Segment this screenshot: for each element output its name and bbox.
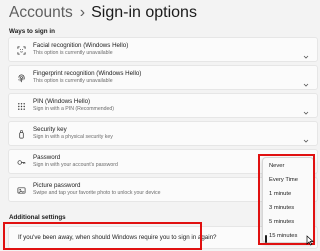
dropdown-option-1-minute[interactable]: 1 minute — [269, 191, 291, 197]
fingerprint-icon — [16, 72, 26, 84]
face-recognition-icon — [16, 44, 26, 56]
chevron-down-icon — [303, 47, 309, 59]
option-title: Security key — [33, 126, 67, 133]
option-subtitle: Sign in with your account's password — [33, 162, 118, 168]
option-fingerprint-recognition[interactable]: Fingerprint recognition (Windows Hello) … — [8, 65, 318, 90]
require-signin-question: If you've been away, when should Windows… — [18, 234, 217, 241]
page-title: Sign-in options — [91, 4, 197, 21]
mouse-pointer-icon — [306, 233, 314, 246]
option-title: Picture password — [33, 182, 81, 189]
option-subtitle: Sign in with a physical security key — [33, 134, 113, 140]
option-security-key[interactable]: Security key Sign in with a physical sec… — [8, 121, 318, 146]
section-label-ways-to-sign-in: Ways to sign in — [9, 28, 55, 35]
chevron-down-icon — [303, 75, 309, 87]
pin-grid-icon — [16, 100, 26, 112]
dropdown-option-every-time[interactable]: Every Time — [269, 177, 298, 183]
option-title: Facial recognition (Windows Hello) — [33, 42, 129, 49]
breadcrumb-separator: › — [79, 4, 86, 21]
require-signin-dropdown[interactable]: Never Every Time 1 minute 3 minutes 5 mi… — [262, 157, 314, 243]
security-key-icon — [16, 128, 26, 140]
dropdown-option-3-minutes[interactable]: 3 minutes — [269, 205, 294, 211]
dropdown-option-never[interactable]: Never — [269, 163, 284, 169]
section-label-additional-settings: Additional settings — [9, 214, 66, 221]
option-subtitle: This option is currently unavailable — [33, 50, 113, 56]
password-key-icon — [16, 156, 26, 168]
dropdown-option-15-minutes[interactable]: 15 minutes — [269, 233, 297, 239]
page-header: Accounts › Sign-in options — [9, 2, 197, 24]
option-title: Fingerprint recognition (Windows Hello) — [33, 70, 142, 77]
picture-password-icon — [16, 184, 26, 196]
option-title: Password — [33, 154, 61, 161]
chevron-down-icon — [303, 131, 309, 143]
option-subtitle: This option is currently unavailable — [33, 78, 113, 84]
option-subtitle: Sign in with a PIN (Recommended) — [33, 106, 115, 112]
option-pin[interactable]: PIN (Windows Hello) Sign in with a PIN (… — [8, 93, 318, 118]
chevron-down-icon — [303, 103, 309, 115]
option-title: PIN (Windows Hello) — [33, 98, 91, 105]
option-facial-recognition[interactable]: Facial recognition (Windows Hello) This … — [8, 37, 318, 62]
option-subtitle: Swipe and tap your favorite photo to unl… — [33, 190, 161, 196]
selected-indicator — [265, 235, 267, 243]
breadcrumb-accounts[interactable]: Accounts — [9, 4, 73, 22]
dropdown-option-5-minutes[interactable]: 5 minutes — [269, 219, 294, 225]
